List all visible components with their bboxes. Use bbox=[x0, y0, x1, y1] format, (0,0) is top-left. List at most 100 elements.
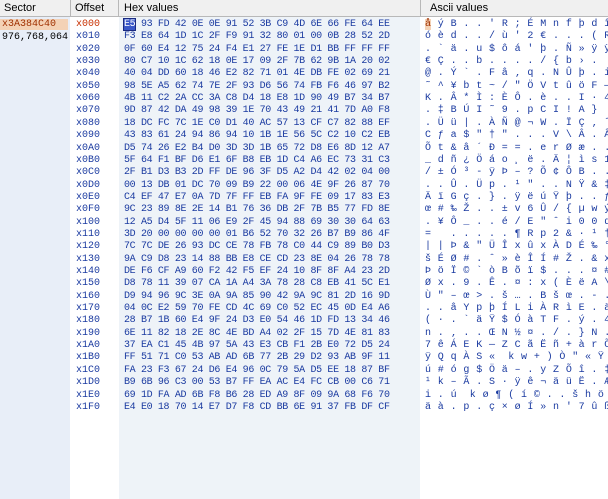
ascii-row[interactable]: _ d ñ ¿ Ö á o ¸ ë . Ä ¦ ì s 1 Ã bbox=[425, 155, 608, 167]
hex-row[interactable]: 80 C7 10 1C 62 18 0E 17 09 2F 7B 62 9B 1… bbox=[124, 56, 390, 68]
offset-cell[interactable]: x110 bbox=[76, 229, 100, 241]
hex-row[interactable]: D5 74 26 E2 B4 D0 3D 3D 1B 65 72 D8 E6 8… bbox=[124, 143, 390, 155]
hex-row[interactable]: 28 B7 1B 60 E4 9F 24 D3 E0 54 46 1D FD 1… bbox=[124, 315, 390, 327]
offset-cell[interactable]: x0A0 bbox=[76, 143, 100, 155]
hex-row[interactable]: 37 EA C1 45 4B 97 5A 43 E3 CB F1 2B E0 7… bbox=[124, 340, 390, 352]
hex-row[interactable]: C4 EF 47 E7 0A 7D 7F FF EB FA 9F FE 09 1… bbox=[124, 192, 390, 204]
offset-cell[interactable]: x050 bbox=[76, 81, 100, 93]
hex-row[interactable]: 9A C9 D8 23 14 88 BB E8 CE CD 23 8E 04 2… bbox=[124, 254, 390, 266]
hex-row[interactable]: 04 0C E2 59 70 FE CD 4C 69 C0 52 EC 45 0… bbox=[124, 303, 390, 315]
ascii-row[interactable]: . Ü ü | . À Ñ @ ¬ W . Ï Ç ‚ ˆ ï bbox=[425, 118, 608, 130]
ascii-row[interactable]: 7 ê Á E K — Z C ã Ë ñ + à r Õ $ bbox=[425, 340, 608, 352]
ascii-row[interactable]: = . . . . . ¶ R p 2 & · ¹ † O bbox=[425, 229, 608, 241]
ascii-header[interactable]: Ascii values bbox=[430, 2, 488, 14]
ascii-row[interactable]: K . Â * Ì : È Ô . è . . I · 4 · bbox=[425, 93, 608, 105]
hex-row[interactable]: 18 DC FC 7C 1E C0 D1 40 AC 57 13 CF C7 8… bbox=[124, 118, 390, 130]
ascii-row[interactable]: ( · . ` ä Ÿ $ Ó à T F . ý . 4 F bbox=[425, 315, 608, 327]
hex-row[interactable]: 00 13 DB 01 DC 70 09 B9 22 00 06 4E 9F 2… bbox=[124, 180, 390, 192]
offset-cell[interactable]: x000 bbox=[76, 19, 100, 31]
ascii-row[interactable]: ú # ó g $ Ö ä – . y Z Õ î . ‡ ¿ bbox=[425, 365, 608, 377]
cursor-char[interactable]: å bbox=[425, 19, 432, 30]
hex-row[interactable]: 69 1D FA AD 6B F8 B6 28 ED A9 8F 09 9A 6… bbox=[124, 390, 390, 402]
offset-header[interactable]: Offset bbox=[75, 2, 104, 14]
offset-cell[interactable]: x1F0 bbox=[76, 402, 100, 414]
ascii-row[interactable]: ÿ Q q À S « ­ k w + ) Ò " « Ÿ . bbox=[425, 352, 608, 364]
ascii-row[interactable]: ¹ k – Ã . S · ÿ ê ¬ ä ü Ë . Æ q bbox=[425, 377, 608, 389]
ascii-row[interactable]: Þ ö Ï © ` ò B õ ï $ . . . ¤ # - bbox=[425, 266, 608, 278]
hex-row[interactable]: DE F6 CF A9 60 F2 42 F5 EF 24 10 8F 8F A… bbox=[124, 266, 390, 278]
separator[interactable] bbox=[420, 0, 421, 17]
offset-cell[interactable]: x010 bbox=[76, 31, 100, 43]
hex-row[interactable]: 9C 23 89 8E 2E 14 B1 76 36 DB 2F 7B B5 7… bbox=[124, 204, 390, 216]
hex-row[interactable]: F3 E8 64 1D 1C 2F F9 91 32 80 01 00 0B 2… bbox=[124, 31, 390, 43]
offset-cell[interactable]: x020 bbox=[76, 44, 100, 56]
ascii-row[interactable]: € Ç . . b . . . . / { b › . . bbox=[425, 56, 608, 68]
hex-row[interactable]: 0F 60 E4 12 75 24 F4 E1 27 FE 1E D1 BB F… bbox=[124, 44, 390, 56]
ascii-row[interactable]: Ù " – œ > . š … . B š œ . - . . bbox=[425, 291, 608, 303]
hex-row[interactable]: D9 94 96 9C 3E 0A 9A 85 90 42 9A 9C 81 2… bbox=[124, 291, 390, 303]
offset-cell[interactable]: x080 bbox=[76, 118, 100, 130]
offset-cell[interactable]: x120 bbox=[76, 241, 100, 253]
hex-row[interactable]: 9D 87 42 DA 49 98 39 1E 70 43 49 21 41 7… bbox=[124, 105, 390, 117]
ascii-row[interactable]: œ # ‰ Ž . . ± v 6 Û / { µ w ý Ž bbox=[425, 204, 608, 216]
offset-cell[interactable]: x040 bbox=[76, 68, 100, 80]
offset-cell[interactable]: x130 bbox=[76, 254, 100, 266]
separator[interactable] bbox=[70, 0, 71, 17]
ascii-row[interactable]: . . Û . Ü p . ¹ " . . N Ÿ & ‡ p bbox=[425, 180, 608, 192]
offset-cell[interactable]: x1A0 bbox=[76, 340, 100, 352]
ascii-row[interactable]: ˜ ^ ¥ b t ~ / " Ö V t û ö F — ² bbox=[425, 81, 608, 93]
cursor-byte[interactable]: E5 bbox=[122, 18, 137, 31]
offset-cell[interactable]: x100 bbox=[76, 217, 100, 229]
offset-cell[interactable]: x1B0 bbox=[76, 352, 100, 364]
ascii-row[interactable]: @ . Ý ` . F â ‚ q . N Û þ . i ! bbox=[425, 68, 608, 80]
offset-cell[interactable]: x060 bbox=[76, 93, 100, 105]
offset-cell[interactable]: x160 bbox=[76, 291, 100, 303]
ascii-row[interactable]: | | Þ & " Ü Î x û x À D É ‰ ° Ó bbox=[425, 241, 608, 253]
ascii-row[interactable]: . . â Y p þ Í L i À R ì E . ä ¦ bbox=[425, 303, 608, 315]
offset-cell[interactable]: x0B0 bbox=[76, 155, 100, 167]
ascii-row[interactable]: C ƒ a $ " † " . . . V \ Â . Â ë bbox=[425, 130, 608, 142]
ascii-row[interactable]: . ¥ Ô _ . . é / E " ˆ i 0 0 d c bbox=[425, 217, 608, 229]
hex-row[interactable]: 5F 64 F1 BF D6 E1 6F B8 EB 1D C4 A6 EC 7… bbox=[124, 155, 390, 167]
hex-row[interactable]: D8 78 11 39 07 CA 1A A4 3A 78 28 C8 EB 4… bbox=[124, 278, 390, 290]
ascii-row[interactable]: Õ t & â ´ Ð = = . e r Ø æ . . § bbox=[425, 143, 608, 155]
offset-cell[interactable]: x150 bbox=[76, 278, 100, 290]
offset-cell[interactable]: x070 bbox=[76, 105, 100, 117]
hex-row[interactable]: 2F B1 D3 B3 2D FF DE 96 3F D5 A2 D4 42 0… bbox=[124, 167, 390, 179]
offset-cell[interactable]: x090 bbox=[76, 130, 100, 142]
offset-cell[interactable]: x1C0 bbox=[76, 365, 100, 377]
offset-cell[interactable]: x0E0 bbox=[76, 192, 100, 204]
offset-cell[interactable]: x140 bbox=[76, 266, 100, 278]
hex-header[interactable]: Hex values bbox=[124, 2, 178, 14]
ascii-row[interactable]: ä à . p . ç × ø Í » n ' 7 û ß Ï bbox=[425, 402, 608, 414]
hex-row[interactable]: 7C 7C DE 26 93 DC CE 78 FB 78 C0 44 C9 8… bbox=[124, 241, 390, 253]
offset-cell[interactable]: x0D0 bbox=[76, 180, 100, 192]
ascii-row[interactable]: ó è d . . / ù ' 2 € . . . ( R - bbox=[425, 31, 608, 43]
hex-row[interactable]: E4 E0 18 70 14 E7 D7 F8 CD BB 6E 91 37 F… bbox=[124, 402, 390, 414]
hex-row[interactable]: B9 6B 96 C3 00 53 B7 FF EA AC E4 FC CB 0… bbox=[124, 377, 390, 389]
offset-cell[interactable]: x1E0 bbox=[76, 390, 100, 402]
hex-row[interactable]: 43 83 61 24 94 86 94 10 1B 1E 56 5C C2 1… bbox=[124, 130, 390, 142]
offset-cell[interactable]: x030 bbox=[76, 56, 100, 68]
ascii-row[interactable]: Ø x . 9 . Ê . ¤ : x ( È ë A \ á bbox=[425, 278, 608, 290]
offset-cell[interactable]: x170 bbox=[76, 303, 100, 315]
hex-row[interactable]: FA 23 F3 67 24 D6 E4 96 0C 79 5A D5 EE 1… bbox=[124, 365, 390, 377]
ascii-row[interactable]: . ‡ B Ú I ˜ 9 . p C I ! A } ø bbox=[425, 105, 608, 117]
sector-hex[interactable]: x3A384C40 bbox=[0, 19, 68, 30]
ascii-row[interactable]: / ± Ó ³ - ÿ Þ – ? Õ ¢ Ô B . . . bbox=[425, 167, 608, 179]
ascii-row[interactable]: . ` ä . u $ ô á ' þ . Ñ » ÿ ÿ ÿ bbox=[425, 44, 608, 56]
hex-row[interactable]: 98 5E A5 62 74 7E 2F 93 D6 56 74 FB F6 4… bbox=[124, 81, 390, 93]
offset-cell[interactable]: x190 bbox=[76, 328, 100, 340]
ascii-row[interactable]: i . ú ­ k ø ¶ ( í © . . š h ö p bbox=[425, 390, 608, 402]
sector-header[interactable]: Sector bbox=[4, 2, 36, 14]
hex-row[interactable]: 4B 11 C2 2A CC 3A C8 D4 18 E8 1D 90 49 B… bbox=[124, 93, 390, 105]
hex-row[interactable]: 12 A5 D4 5F 11 06 E9 2F 45 94 88 69 30 3… bbox=[124, 217, 390, 229]
ascii-row[interactable]: Ä ï G ç . } . ÿ ë ú Ÿ þ . . ƒ ã bbox=[425, 192, 608, 204]
separator[interactable] bbox=[118, 0, 119, 17]
hex-row[interactable]: 6E 11 82 18 2E 8C 4E BD A4 02 2F 15 7D 4… bbox=[124, 328, 390, 340]
offset-cell[interactable]: x0F0 bbox=[76, 204, 100, 216]
ascii-row[interactable]: š É Ø # . ˆ » è Î Í # Ž . & x x bbox=[425, 254, 608, 266]
hex-row[interactable]: 3D 20 00 00 00 00 01 B6 52 70 32 26 B7 B… bbox=[124, 229, 390, 241]
offset-cell[interactable]: x0C0 bbox=[76, 167, 100, 179]
offset-cell[interactable]: x180 bbox=[76, 315, 100, 327]
